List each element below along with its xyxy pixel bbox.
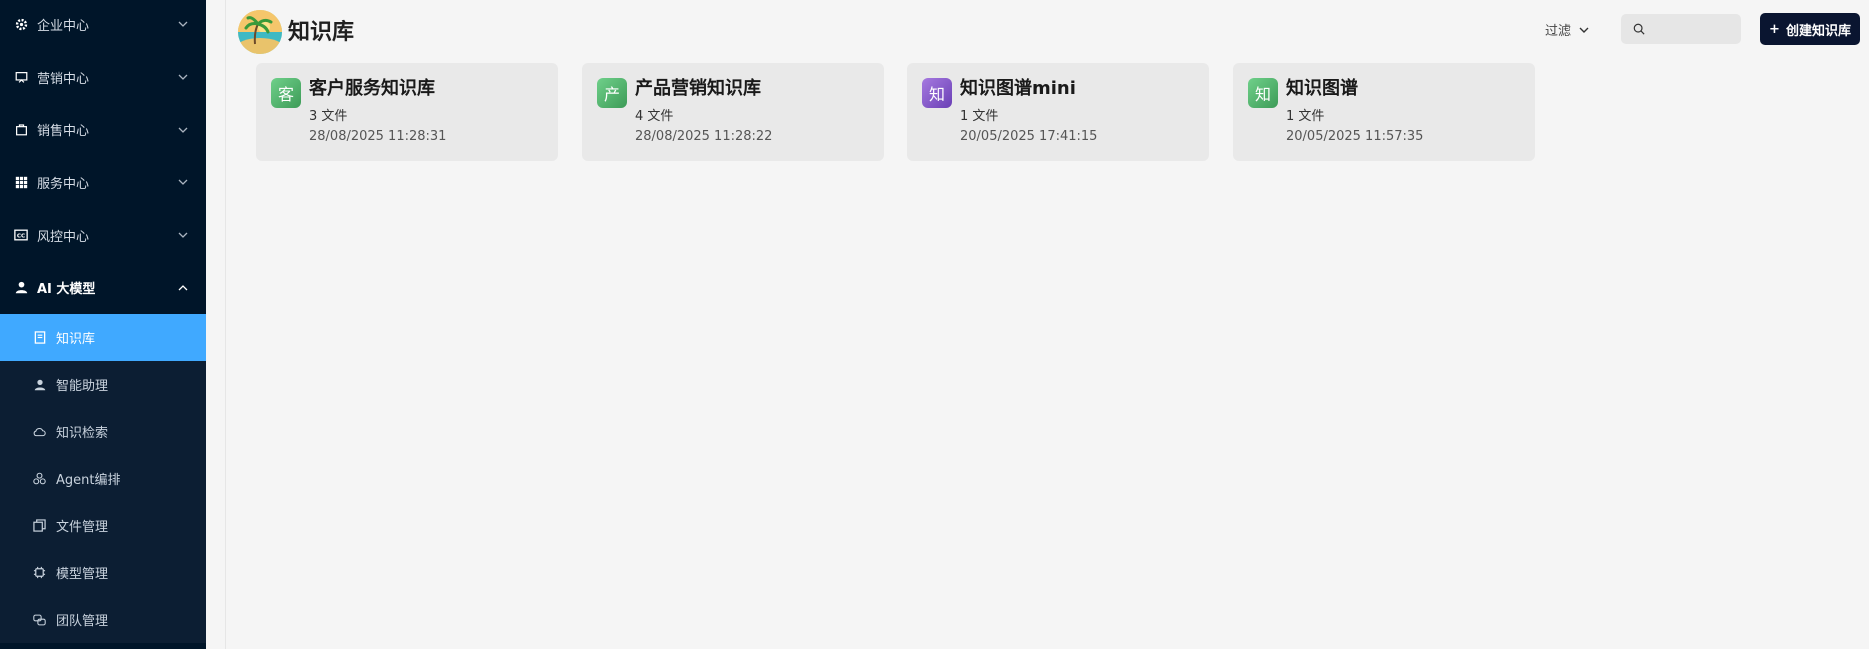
card-date: 28/08/2025 11:28:22 xyxy=(635,129,773,144)
card-title: 客户服务知识库 xyxy=(309,78,435,99)
sidebar-item-label: Agent编排 xyxy=(56,473,121,489)
cc-icon: CC xyxy=(14,228,28,242)
team-icon xyxy=(33,613,46,626)
create-button-label: 创建知识库 xyxy=(1785,23,1851,39)
book-icon xyxy=(33,331,46,344)
sidebar-item-label: 模型管理 xyxy=(56,567,109,583)
menu-group-label: AI 大模型 xyxy=(37,282,96,298)
menu-group-sales[interactable]: 销售中心 xyxy=(0,103,206,156)
sidebar-item-files[interactable]: 文件管理 xyxy=(0,502,206,549)
card-file-count: 1 文件 xyxy=(1286,109,1325,124)
sidebar-item-team[interactable]: 团队管理 xyxy=(0,596,206,643)
card-badge: 知 xyxy=(1248,78,1278,108)
menu-group-label: 风控中心 xyxy=(37,229,90,245)
plus-icon: + xyxy=(1769,21,1780,37)
knowledge-base-card[interactable]: 客 客户服务知识库 3 文件 28/08/2025 11:28:31 xyxy=(256,63,558,161)
sidebar-item-search[interactable]: 知识检索 xyxy=(0,408,206,455)
sidebar-item-label: 团队管理 xyxy=(56,614,109,630)
search-icon xyxy=(1633,20,1645,39)
chevron-up-icon xyxy=(178,283,188,293)
ai-submenu: 知识库 智能助理 知识检索 Agent编排 文件管理 模型管理 团队管理 xyxy=(0,314,206,644)
menu-group-ai[interactable]: AI 大模型 xyxy=(0,261,206,314)
menu-group-label: 营销中心 xyxy=(37,71,90,87)
sidebar-item-label: 智能助理 xyxy=(56,379,109,395)
filter-label: 过滤 xyxy=(1545,24,1572,39)
files-icon xyxy=(33,519,46,532)
knowledge-base-card[interactable]: 知 知识图谱mini 1 文件 20/05/2025 17:41:15 xyxy=(907,63,1209,161)
card-title: 产品营销知识库 xyxy=(635,78,761,99)
menu-group-marketing[interactable]: 营销中心 xyxy=(0,51,206,104)
app-logo xyxy=(238,10,282,54)
card-date: 28/08/2025 11:28:31 xyxy=(309,129,447,144)
card-title: 知识图谱 xyxy=(1286,78,1358,99)
chevron-down-icon xyxy=(178,125,188,135)
card-badge: 产 xyxy=(597,78,627,108)
menu-group-label: 企业中心 xyxy=(37,18,90,34)
chevron-down-icon xyxy=(178,177,188,187)
sidebar-item-knowledge-base[interactable]: 知识库 xyxy=(0,314,206,362)
create-knowledge-base-button[interactable]: + 创建知识库 xyxy=(1760,13,1860,45)
card-badge: 知 xyxy=(922,78,952,108)
page-title: 知识库 xyxy=(288,20,355,45)
menu-group-enterprise[interactable]: 企业中心 xyxy=(0,0,206,51)
person-icon xyxy=(33,378,46,391)
search-input[interactable] xyxy=(1651,20,1735,38)
bag-icon xyxy=(14,123,28,137)
svg-text:CC: CC xyxy=(17,234,25,240)
knowledge-base-card[interactable]: 知 知识图谱 1 文件 20/05/2025 11:57:35 xyxy=(1233,63,1535,161)
sidebar-item-label: 知识库 xyxy=(56,332,96,348)
grid-icon xyxy=(14,175,28,189)
content-divider xyxy=(225,0,226,649)
menu-group-label: 销售中心 xyxy=(37,124,90,140)
chip-icon xyxy=(33,566,46,579)
filter-dropdown[interactable]: 过滤 xyxy=(1545,20,1589,39)
sidebar-item-assistant[interactable]: 智能助理 xyxy=(0,361,206,408)
chevron-down-icon xyxy=(178,230,188,240)
card-date: 20/05/2025 17:41:15 xyxy=(960,129,1098,144)
knowledge-base-card[interactable]: 产 产品营销知识库 4 文件 28/08/2025 11:28:22 xyxy=(582,63,884,161)
card-file-count: 3 文件 xyxy=(309,109,348,124)
cloud-icon xyxy=(33,425,46,438)
card-date: 20/05/2025 11:57:35 xyxy=(1286,129,1424,144)
card-title: 知识图谱mini xyxy=(960,78,1076,99)
card-file-count: 1 文件 xyxy=(960,109,999,124)
gear-icon xyxy=(14,17,28,31)
chevron-down-icon xyxy=(178,72,188,82)
card-file-count: 4 文件 xyxy=(635,109,674,124)
sidebar-item-agent[interactable]: Agent编排 xyxy=(0,455,206,502)
chevron-down-icon xyxy=(178,19,188,29)
chevron-down-icon xyxy=(1579,22,1589,37)
presentation-icon xyxy=(14,70,28,84)
card-badge: 客 xyxy=(271,78,301,108)
sidebar-item-models[interactable]: 模型管理 xyxy=(0,549,206,596)
menu-group-service[interactable]: 服务中心 xyxy=(0,156,206,209)
nodes-icon xyxy=(33,472,46,485)
sidebar: 企业中心 营销中心 销售中心 服务中心 CC 风控中心 AI 大模型 知识库 智… xyxy=(0,0,206,649)
menu-group-risk[interactable]: CC 风控中心 xyxy=(0,209,206,262)
sidebar-item-label: 文件管理 xyxy=(56,520,109,536)
menu-group-label: 服务中心 xyxy=(37,176,90,192)
user-icon xyxy=(14,281,28,295)
sidebar-item-label: 知识检索 xyxy=(56,426,109,442)
search-box[interactable] xyxy=(1621,14,1741,44)
